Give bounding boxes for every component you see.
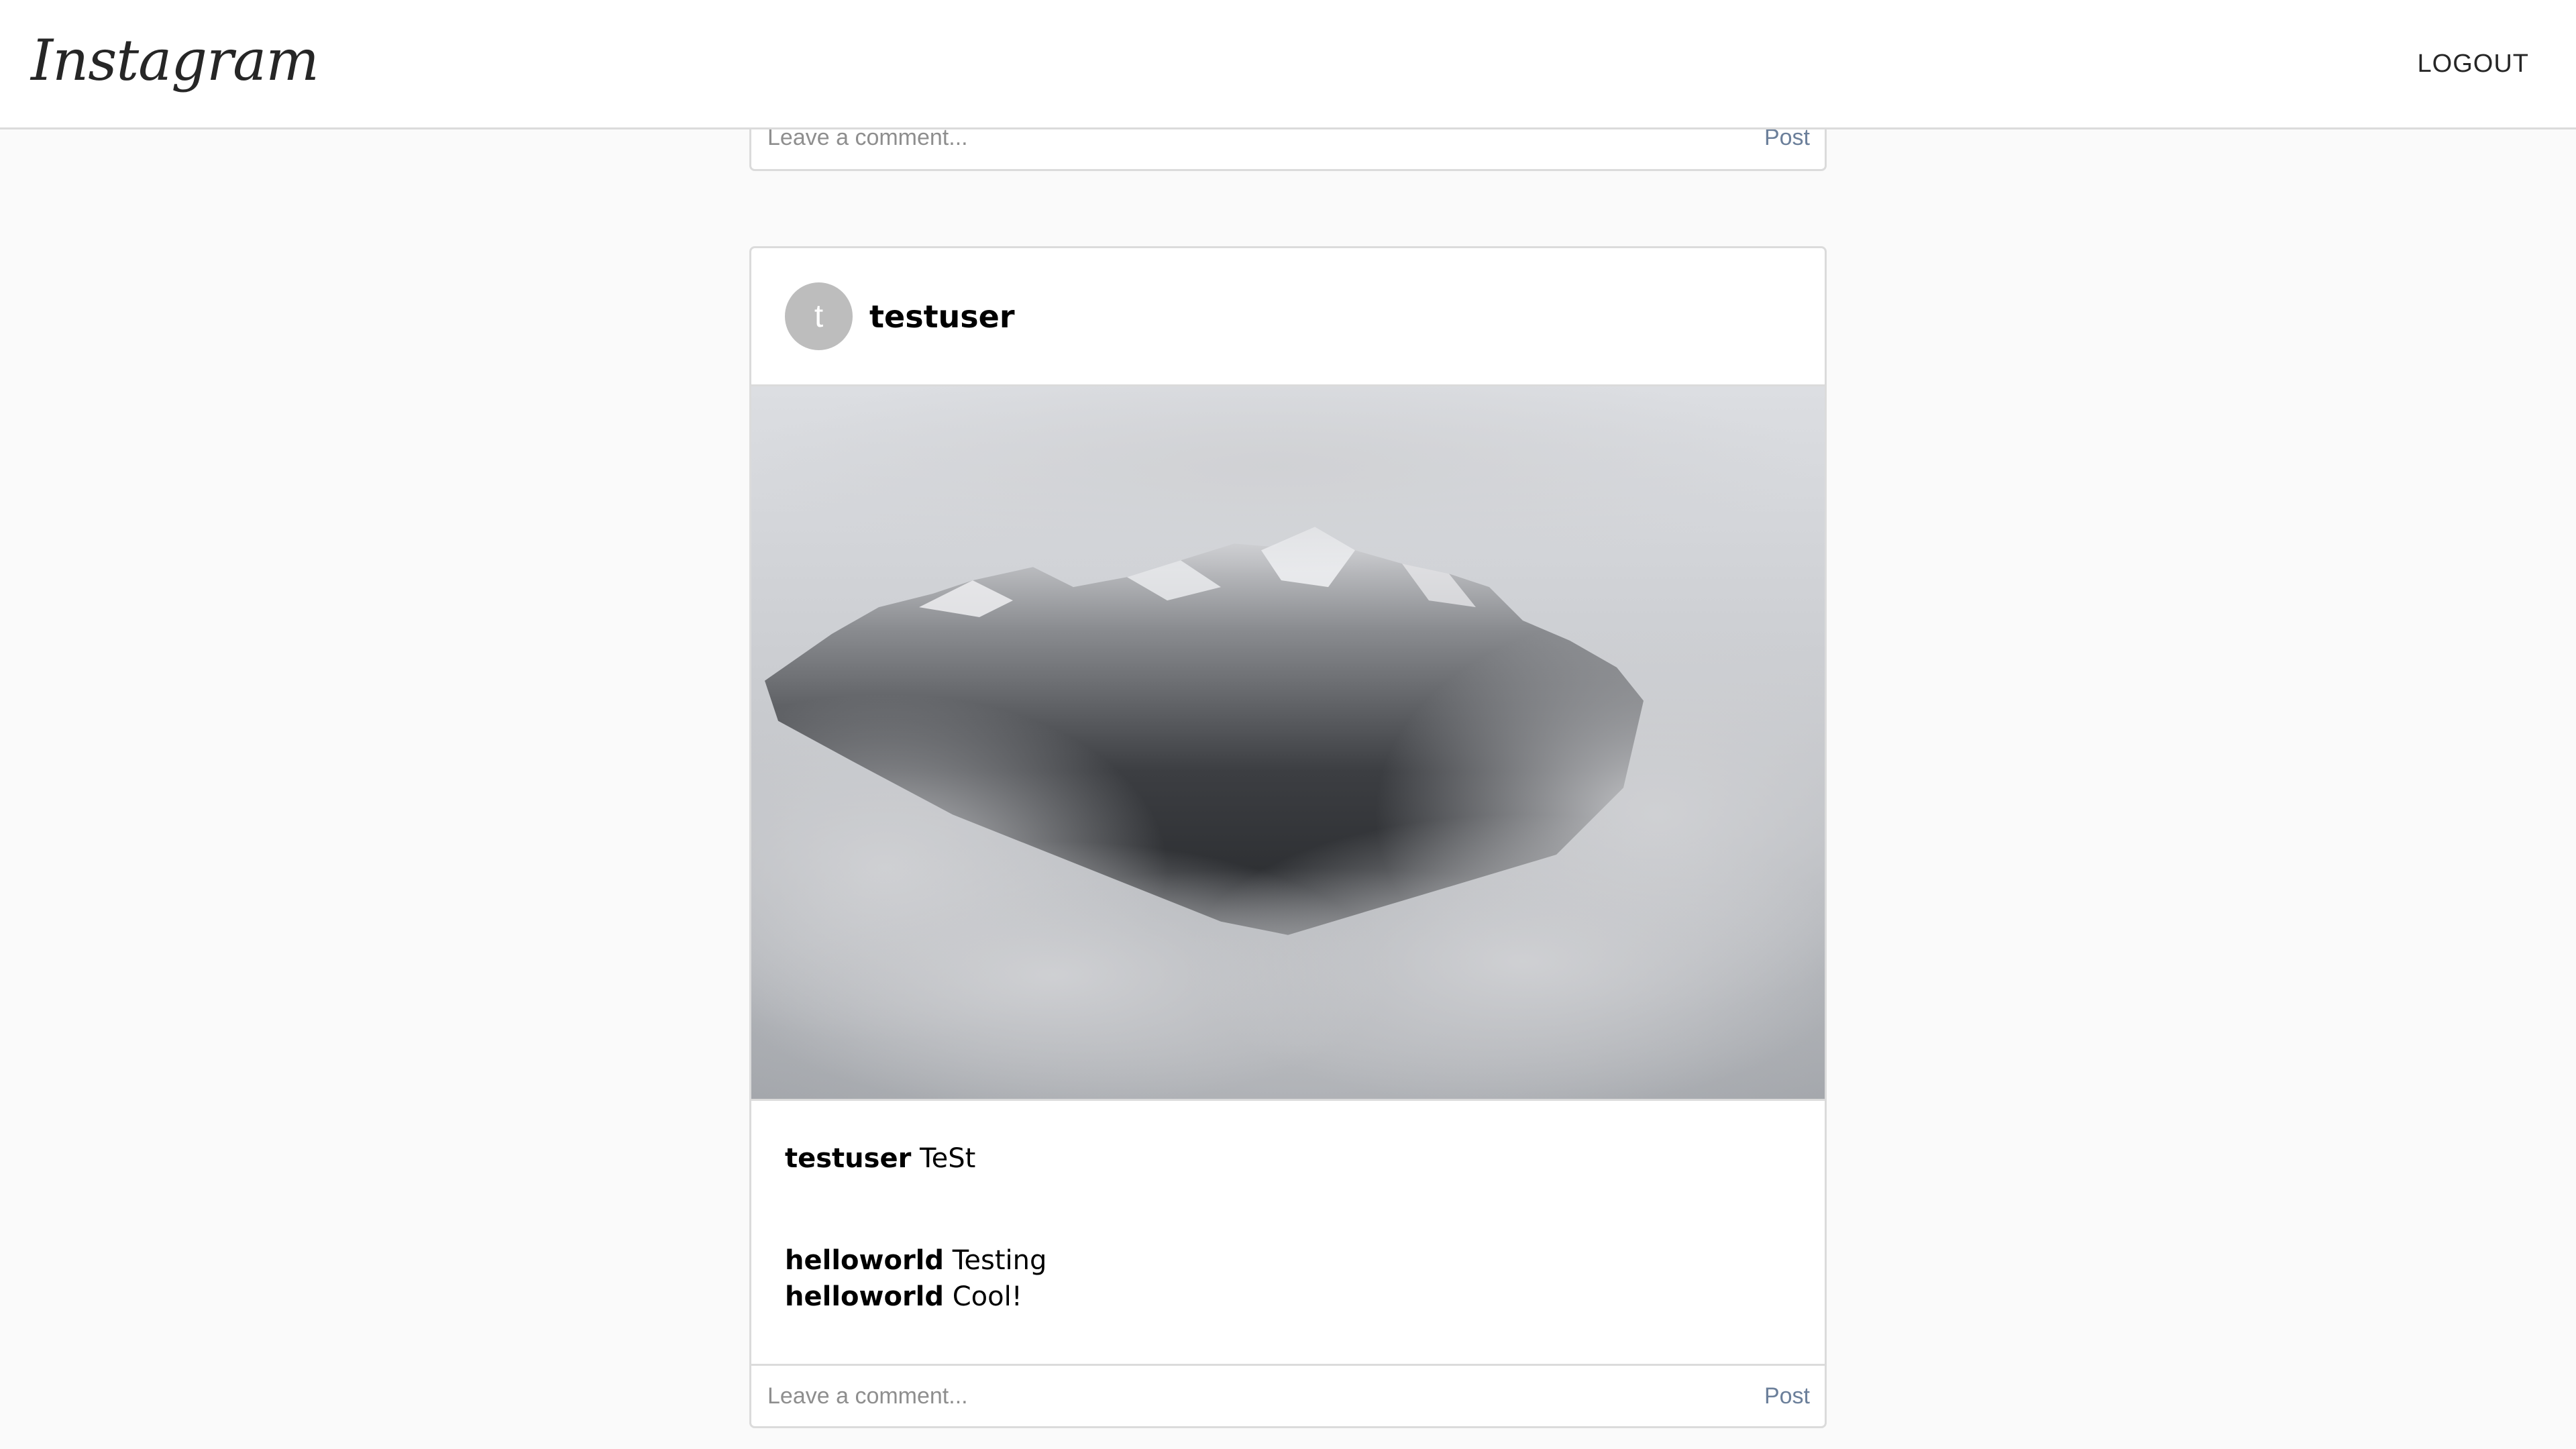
avatar-letter: t [814, 299, 824, 334]
comment-item: helloworld Cool! [785, 1279, 1046, 1315]
post-card: t testuser testuser TeSt helloworld Test… [749, 246, 1827, 1428]
post-caption: testuser TeSt [785, 1140, 975, 1177]
comment-username[interactable]: helloworld [785, 1245, 944, 1276]
comment-item: helloworld Testing [785, 1242, 1046, 1279]
comment-username[interactable]: helloworld [785, 1281, 944, 1312]
app: Instagram LOGOUT Post t testuser [0, 0, 2576, 1449]
logout-button[interactable]: LOGOUT [2418, 47, 2529, 80]
post-username[interactable]: testuser [869, 299, 1015, 335]
mountain-image [751, 386, 1825, 1099]
comments-list: helloworld Testing helloworld Cool! [785, 1242, 1046, 1315]
comment-form: Post [751, 1364, 1825, 1426]
post-image [751, 384, 1825, 1101]
top-navbar: Instagram LOGOUT [0, 0, 2576, 129]
instagram-logo[interactable]: Instagram [31, 27, 319, 94]
post-comment-button[interactable]: Post [1764, 1383, 1810, 1409]
caption-text: TeSt [920, 1143, 976, 1174]
post-header: t testuser [751, 248, 1825, 384]
avatar[interactable]: t [785, 282, 853, 350]
caption-username[interactable]: testuser [785, 1143, 911, 1174]
comment-text: Cool! [952, 1281, 1022, 1312]
comment-input[interactable] [767, 1383, 1764, 1409]
comment-text: Testing [952, 1245, 1047, 1276]
